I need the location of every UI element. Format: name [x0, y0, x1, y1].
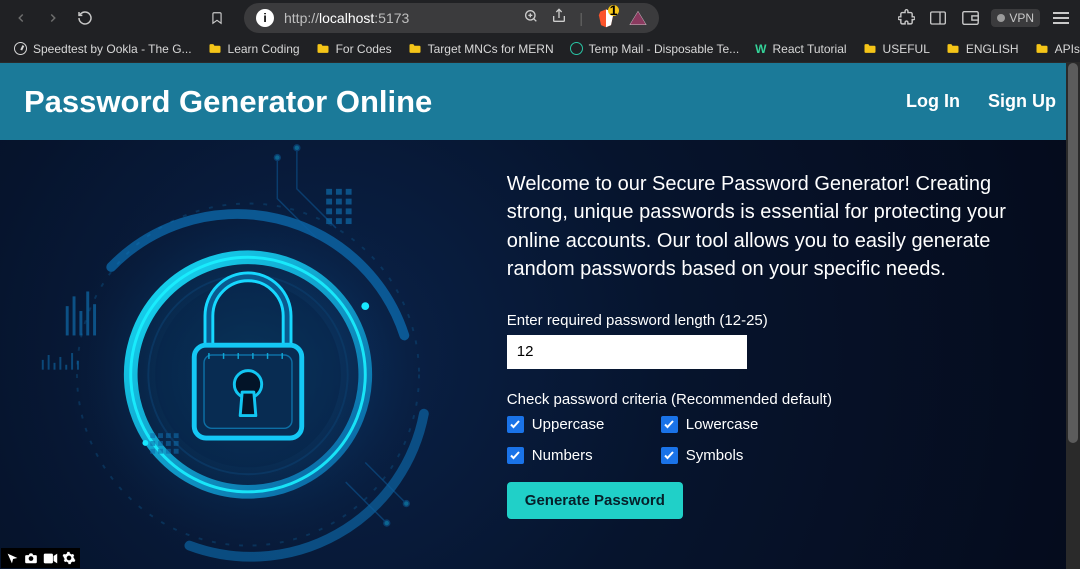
- address-bar[interactable]: i http://localhost:5173 | 1: [244, 3, 659, 33]
- page-scrollbar[interactable]: [1066, 63, 1080, 569]
- lock-icon: [33, 140, 463, 569]
- folder-icon: [408, 43, 422, 54]
- bookmark-temp-mail[interactable]: Temp Mail - Disposable Te...: [570, 42, 740, 56]
- inspect-tool-icon[interactable]: [3, 550, 21, 566]
- brave-shields-icon[interactable]: 1: [595, 7, 617, 29]
- criteria-lowercase[interactable]: Lowercase: [661, 416, 811, 433]
- hero-illustration: [0, 140, 497, 569]
- circle-icon: [570, 42, 583, 55]
- wallet-icon[interactable]: [629, 10, 647, 26]
- reload-button[interactable]: [72, 5, 98, 31]
- app-header: Password Generator Online Log In Sign Up: [0, 63, 1080, 140]
- hero-section: Welcome to our Secure Password Generator…: [0, 140, 1080, 569]
- bookmark-english[interactable]: ENGLISH: [946, 42, 1019, 56]
- criteria-numbers-label: Numbers: [532, 447, 593, 464]
- criteria-symbols[interactable]: Symbols: [661, 447, 811, 464]
- bookmark-for-codes[interactable]: For Codes: [316, 42, 392, 56]
- checkbox-checked-icon: [661, 416, 678, 433]
- hero-content: Welcome to our Secure Password Generator…: [497, 140, 1080, 569]
- w3-icon: W: [755, 42, 766, 56]
- criteria-label: Check password criteria (Recommended def…: [507, 391, 1040, 408]
- forward-button[interactable]: [40, 5, 66, 31]
- bookmark-apis[interactable]: APIs: [1035, 42, 1080, 56]
- share-icon[interactable]: [551, 8, 567, 27]
- criteria-uppercase[interactable]: Uppercase: [507, 416, 657, 433]
- criteria-lowercase-label: Lowercase: [686, 416, 759, 433]
- zoom-icon[interactable]: [523, 8, 539, 27]
- length-input[interactable]: [507, 335, 747, 369]
- folder-icon: [946, 43, 960, 54]
- app-title: Password Generator Online: [24, 84, 432, 120]
- video-tool-icon[interactable]: [41, 550, 59, 566]
- site-info-icon[interactable]: i: [256, 9, 274, 27]
- vpn-status-dot-icon: [997, 14, 1005, 22]
- wallet-card-icon[interactable]: [959, 7, 981, 29]
- bookmark-page-icon[interactable]: [204, 5, 230, 31]
- checkbox-checked-icon: [661, 447, 678, 464]
- bookmarks-bar: Speedtest by Ookla - The G... Learn Codi…: [0, 35, 1080, 63]
- menu-button[interactable]: [1050, 7, 1072, 29]
- camera-tool-icon[interactable]: [22, 550, 40, 566]
- bookmark-react-tutorial[interactable]: W React Tutorial: [755, 42, 846, 56]
- settings-tool-icon[interactable]: [60, 550, 78, 566]
- url-text: http://localhost:5173: [284, 10, 513, 26]
- signup-link[interactable]: Sign Up: [988, 91, 1056, 112]
- back-button[interactable]: [8, 5, 34, 31]
- checkbox-checked-icon: [507, 447, 524, 464]
- vpn-button[interactable]: VPN: [991, 9, 1040, 27]
- browser-toolbar: i http://localhost:5173 | 1: [0, 0, 1080, 35]
- scrollbar-thumb[interactable]: [1068, 63, 1078, 443]
- sidepanel-icon[interactable]: [927, 7, 949, 29]
- criteria-numbers[interactable]: Numbers: [507, 447, 657, 464]
- folder-icon: [863, 43, 877, 54]
- gauge-icon: [14, 42, 27, 55]
- folder-icon: [1035, 43, 1049, 54]
- login-link[interactable]: Log In: [906, 91, 960, 112]
- intro-text: Welcome to our Secure Password Generator…: [507, 170, 1027, 284]
- generate-button[interactable]: Generate Password: [507, 482, 683, 519]
- criteria-symbols-label: Symbols: [686, 447, 744, 464]
- bookmark-learn-coding[interactable]: Learn Coding: [208, 42, 300, 56]
- extensions-icon[interactable]: [895, 7, 917, 29]
- checkbox-checked-icon: [507, 416, 524, 433]
- dev-overlay-tools: [1, 548, 80, 568]
- bookmark-target-mncs[interactable]: Target MNCs for MERN: [408, 42, 554, 56]
- length-label: Enter required password length (12-25): [507, 312, 1040, 329]
- bookmark-speedtest[interactable]: Speedtest by Ookla - The G...: [14, 42, 192, 56]
- criteria-uppercase-label: Uppercase: [532, 416, 605, 433]
- folder-icon: [208, 43, 222, 54]
- folder-icon: [316, 43, 330, 54]
- bookmark-useful[interactable]: USEFUL: [863, 42, 930, 56]
